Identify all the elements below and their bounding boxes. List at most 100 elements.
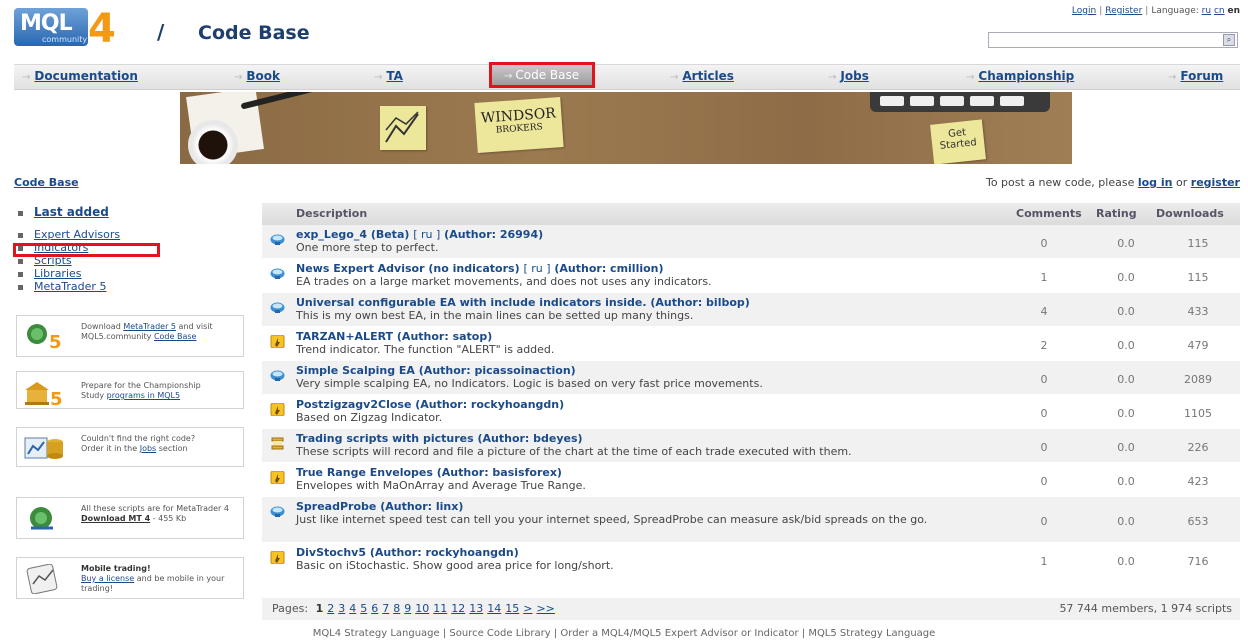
- page-header: MQL community 4 / Code Base Login | Regist…: [0, 0, 1248, 60]
- page-link[interactable]: 2: [327, 602, 334, 615]
- logo-mql: MQL community: [14, 8, 88, 46]
- page-link[interactable]: 5: [360, 602, 367, 615]
- code-title-link[interactable]: Postzigzagv2Close (Author: rockyhoangdn): [296, 398, 564, 411]
- header-rating[interactable]: Rating: [1096, 207, 1137, 220]
- sidebar-item-metatrader-5[interactable]: MetaTrader 5: [14, 280, 244, 293]
- ru-link[interactable]: [ ru ]: [413, 228, 440, 241]
- nav-jobs[interactable]: → Jobs: [828, 69, 869, 83]
- lang-ru-link[interactable]: ru: [1202, 6, 1211, 16]
- sidebar-item-expert-advisors[interactable]: Expert Advisors: [14, 228, 244, 241]
- page-link[interactable]: >: [523, 602, 532, 615]
- nav-articles[interactable]: → Articles: [670, 69, 734, 83]
- comments-count: 0: [1040, 407, 1048, 420]
- code-table: Description Comments Rating Downloads ex…: [262, 203, 1240, 577]
- header-description[interactable]: Description: [296, 207, 367, 220]
- rating-value: 0.0: [1117, 339, 1135, 352]
- language-selector: Language: ru cn en: [1151, 6, 1240, 16]
- code-title-link[interactable]: Trading scripts with pictures (Author: b…: [296, 432, 583, 445]
- login-link[interactable]: Login: [1072, 6, 1096, 16]
- search-icon[interactable]: ⌕: [1223, 34, 1235, 46]
- nav-documentation[interactable]: → Documentation: [22, 69, 138, 83]
- promo-codebase-link[interactable]: Code Base: [154, 332, 197, 341]
- breadcrumb[interactable]: Code Base: [14, 176, 79, 189]
- downloads-count: 115: [1187, 237, 1209, 250]
- nav-code-base-active[interactable]: → Code Base: [489, 62, 595, 88]
- indicator-icon: [270, 402, 285, 417]
- promo-championship: 5 Prepare for the Championship Study prog…: [16, 371, 244, 410]
- promo-jobs-link[interactable]: Jobs: [140, 444, 157, 453]
- nav-forum[interactable]: → Forum: [1168, 69, 1223, 83]
- code-description: One more step to perfect.: [296, 241, 439, 254]
- nav-championship[interactable]: → Championship: [966, 69, 1074, 83]
- search-input[interactable]: [989, 33, 1217, 47]
- rating-value: 0.0: [1117, 475, 1135, 488]
- promo-metatrader5-link[interactable]: MetaTrader 5: [123, 322, 176, 331]
- header-comments[interactable]: Comments: [1016, 207, 1082, 220]
- code-description: Envelopes with MaOnArray and Average Tru…: [296, 479, 586, 492]
- code-author: (Author: linx): [380, 500, 464, 513]
- code-title-link[interactable]: exp_Lego_4 (Beta) [ ru ] (Author: 26994): [296, 228, 543, 241]
- page-link[interactable]: 14: [487, 602, 501, 615]
- page-link[interactable]: 10: [415, 602, 429, 615]
- ru-link[interactable]: [ ru ]: [523, 262, 550, 275]
- page-link[interactable]: 4: [349, 602, 356, 615]
- page-link[interactable]: 11: [433, 602, 447, 615]
- post-register-link[interactable]: register: [1191, 176, 1240, 189]
- nav-arrow-icon: →: [504, 71, 513, 82]
- lang-cn-link[interactable]: cn: [1214, 6, 1225, 16]
- code-title-link[interactable]: News Expert Advisor (no indicators) [ ru…: [296, 262, 664, 275]
- rating-value: 0.0: [1117, 441, 1135, 454]
- page-link[interactable]: 7: [382, 602, 389, 615]
- rating-value: 0.0: [1117, 271, 1135, 284]
- code-title-link[interactable]: Simple Scalping EA (Author: picassoinact…: [296, 364, 576, 377]
- page-link[interactable]: 15: [505, 602, 519, 615]
- windsor-brokers-banner[interactable]: WINDSOR BROKERS Get Started: [180, 92, 1072, 164]
- table-row: Simple Scalping EA (Author: picassoinact…: [262, 361, 1240, 395]
- downloads-count: 653: [1187, 515, 1209, 528]
- page-link[interactable]: 12: [451, 602, 465, 615]
- comments-count: 0: [1040, 475, 1048, 488]
- promo-programs-mql5-link[interactable]: programs in MQL5: [107, 391, 180, 400]
- buy-license-link[interactable]: Buy a license: [81, 574, 134, 583]
- nav-book[interactable]: → Book: [234, 69, 280, 83]
- page-link[interactable]: 6: [371, 602, 378, 615]
- footer-links[interactable]: MQL4 Strategy Language | Source Code Lib…: [0, 628, 1248, 639]
- table-row: TARZAN+ALERT (Author: satop) Trend indica…: [262, 327, 1240, 361]
- header-downloads[interactable]: Downloads: [1156, 207, 1224, 220]
- downloads-count: 716: [1187, 555, 1209, 568]
- code-title-link[interactable]: SpreadProbe (Author: linx): [296, 500, 463, 513]
- nav-arrow-icon: →: [670, 72, 679, 83]
- code-title-link[interactable]: True Range Envelopes (Author: basisforex…: [296, 466, 562, 479]
- page-link[interactable]: 9: [404, 602, 411, 615]
- code-author: (Author: bilbop): [650, 296, 750, 309]
- download-mt4-link[interactable]: Download MT 4: [81, 514, 150, 523]
- indicators-highlight: [13, 243, 160, 257]
- page-link[interactable]: 3: [338, 602, 345, 615]
- table-header: Description Comments Rating Downloads: [262, 203, 1240, 225]
- coffee-cup-icon: [188, 120, 238, 164]
- pagination-bar: Pages: 1 2 3 4 5 6 7 8 9 10 11 12 13 14 15 > >> 57 744 m…: [262, 598, 1240, 620]
- table-row: SpreadProbe (Author: linx) Just like inte…: [262, 497, 1240, 543]
- sidebar-item-last-added[interactable]: Last added: [14, 205, 244, 225]
- nav-ta[interactable]: → TA: [374, 69, 403, 83]
- code-title-link[interactable]: DivStochv5 (Author: rockyhoangdn): [296, 546, 519, 559]
- keyboard-icon: [870, 92, 1050, 112]
- sidebar-item-libraries[interactable]: Libraries: [14, 267, 244, 280]
- code-description: EA trades on a large market movements, a…: [296, 275, 712, 288]
- page-link[interactable]: 8: [393, 602, 400, 615]
- nav-arrow-icon: →: [22, 72, 31, 83]
- main-navigation: → Documentation → Book → TA → Code Base → Art…: [14, 62, 1240, 90]
- nav-arrow-icon: →: [1168, 72, 1177, 83]
- post-login-link[interactable]: log in: [1138, 176, 1173, 189]
- register-link[interactable]: Register: [1105, 6, 1142, 16]
- mql4-logo[interactable]: MQL community 4: [14, 6, 126, 52]
- page-link[interactable]: >>: [536, 602, 554, 615]
- site-stats: 57 744 members, 1 974 scripts: [1059, 602, 1232, 615]
- table-row: Trading scripts with pictures (Author: b…: [262, 429, 1240, 463]
- search-box: ⌕: [988, 32, 1238, 48]
- comments-count: 0: [1040, 515, 1048, 528]
- code-title-link[interactable]: TARZAN+ALERT (Author: satop): [296, 330, 492, 343]
- code-description: Very simple scalping EA, no Indicators. …: [296, 377, 763, 390]
- code-title-link[interactable]: Universal configurable EA with include i…: [296, 296, 750, 309]
- page-link[interactable]: 13: [469, 602, 483, 615]
